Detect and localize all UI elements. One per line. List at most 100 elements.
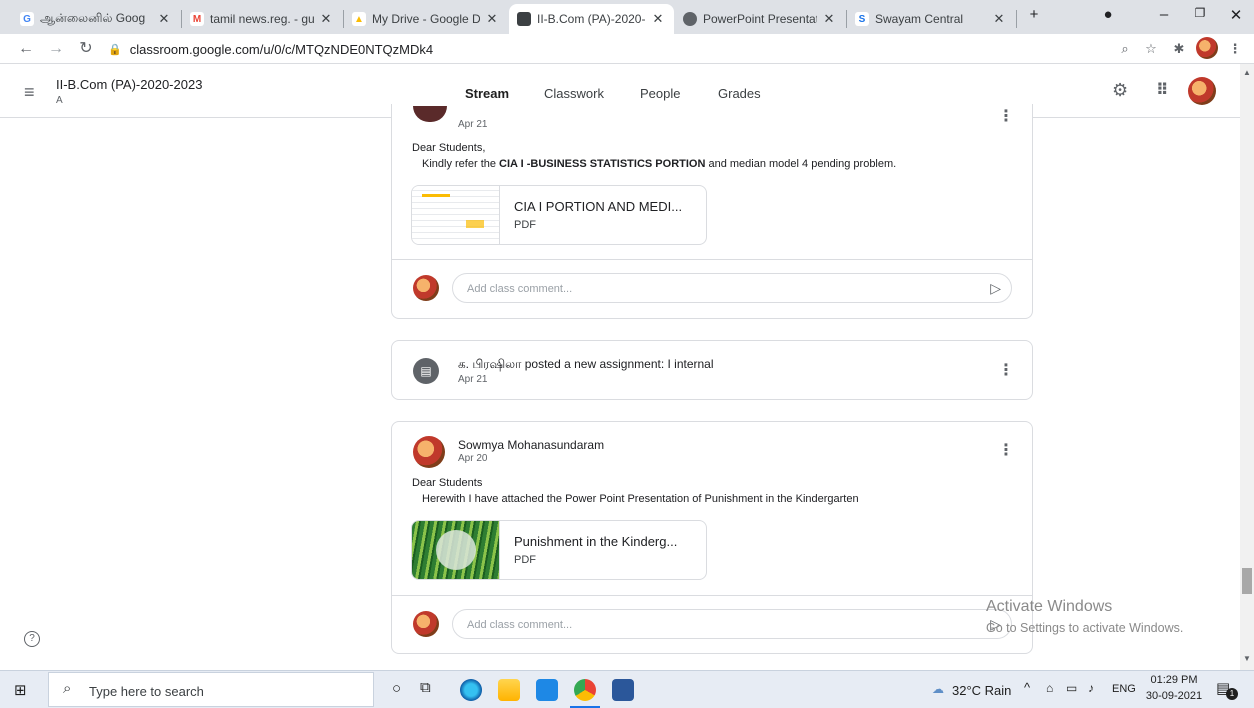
tab-stream[interactable]: Stream <box>465 86 509 101</box>
pdf-attachment[interactable]: CIA I PORTION AND MEDI... PDF <box>411 185 707 245</box>
help-icon[interactable]: ? <box>24 631 40 647</box>
close-tab-icon[interactable]: ✕ <box>484 11 500 27</box>
author-avatar[interactable] <box>413 106 447 122</box>
thumbnail-badge <box>436 530 476 570</box>
activate-windows-subtitle: Go to Settings to activate Windows. <box>986 621 1184 635</box>
close-tab-icon[interactable]: ✕ <box>821 11 837 27</box>
pdf-attachment[interactable]: Punishment in the Kinderg... PDF <box>411 520 707 580</box>
post-date: Apr 21 <box>458 374 488 385</box>
browser-tab-active[interactable]: II-B.Com (PA)-2020-20 ✕ <box>509 4 674 34</box>
network-icon[interactable]: ⌂ <box>1046 681 1053 695</box>
browser-tab[interactable]: M tamil news.reg. - guru ✕ <box>182 4 342 34</box>
close-tab-icon[interactable]: ✕ <box>156 11 172 27</box>
post-greeting: Dear Students, <box>412 142 486 154</box>
reload-icon[interactable]: ↻ <box>76 39 96 59</box>
assignment-text[interactable]: க. பிரஷிலா posted a new assignment: I in… <box>458 357 714 373</box>
extensions-icon[interactable]: ✱ <box>1170 40 1188 58</box>
mail-icon[interactable] <box>536 679 558 701</box>
class-title[interactable]: II-B.Com (PA)-2020-2023 <box>56 77 202 92</box>
tab-search-icon[interactable]: ● <box>1094 6 1122 28</box>
zoom-icon[interactable]: ⌕ <box>1116 40 1134 58</box>
post-author[interactable]: Sowmya Mohanasundaram <box>458 438 604 452</box>
class-comment-input[interactable]: Add class comment... ▷ <box>452 609 1012 639</box>
cortana-icon[interactable]: ○ <box>392 680 401 697</box>
address-bar[interactable]: 🔒 classroom.google.com/u/0/c/MTQzNDE0NTQ… <box>108 37 1108 61</box>
minimize-button[interactable]: – <box>1150 6 1178 28</box>
speaker-icon[interactable]: ♪ <box>1088 681 1094 695</box>
google-drive-icon: ▲ <box>352 12 366 26</box>
scroll-down-icon[interactable]: ▼ <box>1243 654 1251 663</box>
web-icon <box>683 12 697 26</box>
notification-center-button[interactable]: ▤ 1 <box>1216 679 1238 700</box>
tab-grades[interactable]: Grades <box>718 86 761 101</box>
tab-title: tamil news.reg. - guru <box>210 12 314 26</box>
browser-tab[interactable]: S Swayam Central ✕ <box>847 4 1015 34</box>
search-placeholder: Type here to search <box>89 684 204 699</box>
stream-post: Sowmya Mohanasundaram Apr 20 ⋮ Dear Stud… <box>391 421 1033 654</box>
pdf-thumbnail <box>412 521 500 579</box>
tab-classwork[interactable]: Classwork <box>544 86 604 101</box>
pdf-thumbnail <box>412 186 500 244</box>
tab-title: ஆன்லைனில் Goog <box>40 11 146 25</box>
attachment-title: Punishment in the Kinderg... <box>514 534 678 549</box>
weather-text[interactable]: 32°C Rain <box>952 683 1011 698</box>
tab-title: Swayam Central <box>875 12 964 26</box>
new-tab-button[interactable]: + <box>1020 6 1048 28</box>
tab-title: My Drive - Google Dri <box>372 12 480 26</box>
main-menu-icon[interactable]: ≡ <box>24 82 35 103</box>
clock-date[interactable]: 30-09-2021 <box>1144 690 1204 702</box>
bookmark-star-icon[interactable]: ☆ <box>1142 40 1160 58</box>
more-options-icon[interactable]: ⋮ <box>998 360 1014 380</box>
author-avatar[interactable] <box>413 436 445 468</box>
post-body: Kindly refer the CIA I -BUSINESS STATIST… <box>422 158 897 170</box>
apps-grid-icon[interactable]: ⠿ <box>1156 80 1169 100</box>
more-options-icon[interactable]: ⋮ <box>998 106 1014 126</box>
divider <box>392 259 1032 260</box>
chrome-menu-icon[interactable]: ⋮ <box>1226 40 1244 58</box>
file-explorer-icon[interactable] <box>498 679 520 701</box>
post-date: Apr 20 <box>458 453 488 464</box>
page-scrollbar-thumb[interactable] <box>1242 568 1252 594</box>
close-tab-icon[interactable]: ✕ <box>991 11 1007 27</box>
tab-title: II-B.Com (PA)-2020-20 <box>537 12 646 26</box>
commenter-avatar <box>413 275 439 301</box>
close-tab-icon[interactable]: ✕ <box>650 11 666 27</box>
tab-title: PowerPoint Presentati <box>703 12 817 26</box>
close-tab-icon[interactable]: ✕ <box>318 11 334 27</box>
browser-tab[interactable]: PowerPoint Presentati ✕ <box>675 4 845 34</box>
task-view-icon[interactable]: ⧉ <box>420 679 431 696</box>
lock-icon: 🔒 <box>108 43 122 56</box>
class-section: A <box>56 95 63 106</box>
stream-post: Apr 21 ⋮ Dear Students, Kindly refer the… <box>391 104 1033 319</box>
browser-tab[interactable]: G ஆன்லைனில் Goog ✕ <box>12 4 180 34</box>
weather-icon: ☁ <box>932 682 944 696</box>
taskbar-search-box[interactable]: ⌕ Type here to search <box>48 672 374 707</box>
close-window-button[interactable]: ✕ <box>1222 6 1250 28</box>
settings-gear-icon[interactable]: ⚙ <box>1112 80 1128 101</box>
account-avatar[interactable] <box>1188 77 1216 105</box>
google-icon: G <box>20 12 34 26</box>
forward-icon[interactable]: → <box>46 39 66 59</box>
edge-icon[interactable] <box>460 679 482 701</box>
post-greeting: Dear Students <box>412 477 483 489</box>
tab-people[interactable]: People <box>640 86 680 101</box>
swayam-icon: S <box>855 12 869 26</box>
stream-assignment-post[interactable]: ▤ க. பிரஷிலா posted a new assignment: I … <box>391 340 1033 400</box>
profile-avatar[interactable] <box>1196 37 1218 59</box>
word-icon[interactable] <box>612 679 634 701</box>
more-options-icon[interactable]: ⋮ <box>998 440 1014 460</box>
scroll-up-icon[interactable]: ▲ <box>1243 68 1251 77</box>
notification-badge: 1 <box>1226 688 1238 700</box>
divider <box>392 595 1032 596</box>
send-icon[interactable]: ▷ <box>990 280 1001 297</box>
chrome-icon[interactable] <box>574 679 596 701</box>
language-indicator[interactable]: ENG <box>1112 683 1136 695</box>
maximize-button[interactable]: ❐ <box>1186 6 1214 28</box>
show-hidden-icons-chevron[interactable]: ^ <box>1024 680 1030 695</box>
clock-time[interactable]: 01:29 PM <box>1144 674 1204 686</box>
windows-start-icon[interactable]: ⊞ <box>14 681 27 699</box>
battery-icon[interactable]: ▭ <box>1066 681 1077 695</box>
browser-tab[interactable]: ▲ My Drive - Google Dri ✕ <box>344 4 508 34</box>
class-comment-input[interactable]: Add class comment... ▷ <box>452 273 1012 303</box>
back-icon[interactable]: ← <box>16 39 36 59</box>
